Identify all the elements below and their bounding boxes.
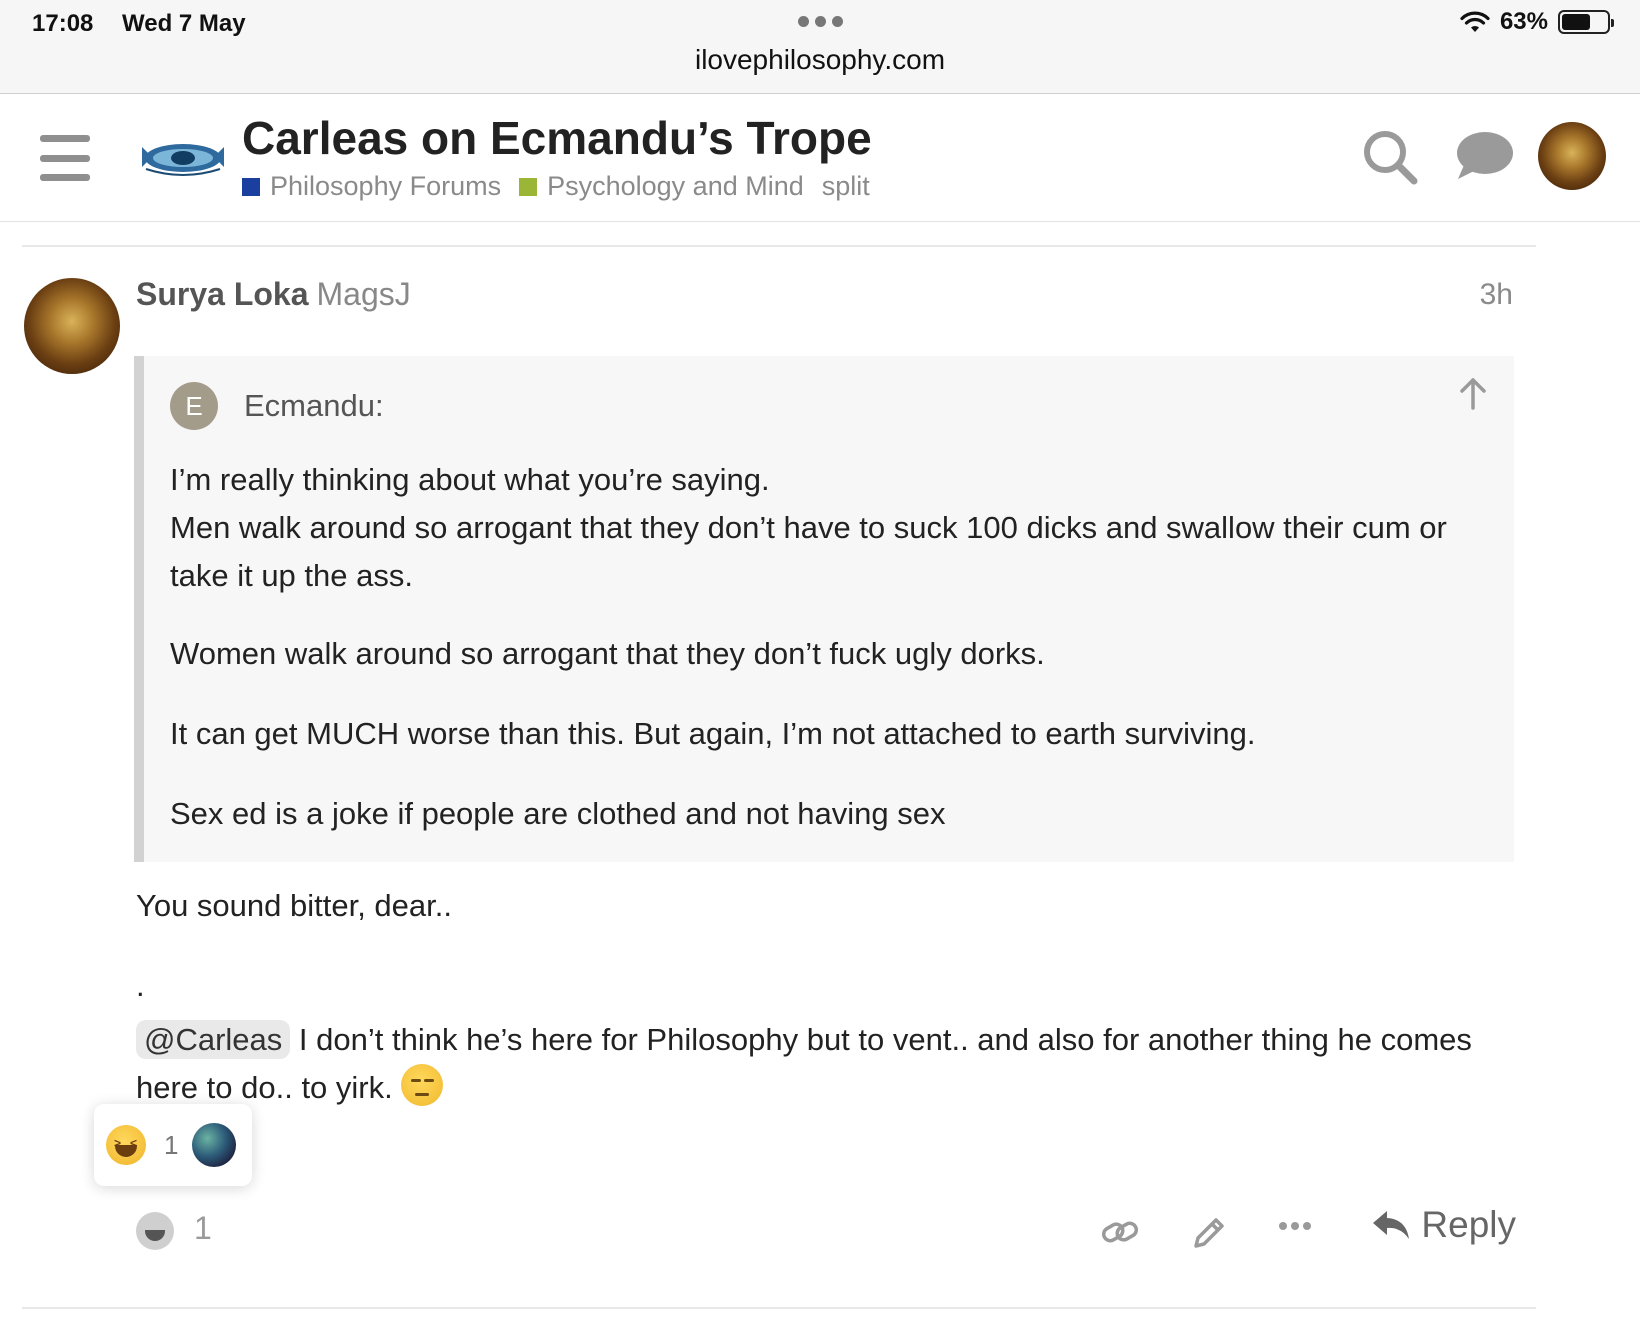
status-time: 17:08 <box>32 10 94 37</box>
more-icon[interactable] <box>1278 1220 1312 1232</box>
battery-icon <box>1558 10 1614 34</box>
reply-dot: . <box>136 968 145 1003</box>
status-bar: 17:08 Wed 7 May ilovephilosophy.com 63% <box>0 0 1640 94</box>
category-philosophy-forums[interactable]: Philosophy Forums <box>242 171 501 202</box>
quote-author-avatar: E <box>170 382 218 430</box>
quote-author[interactable]: Ecmandu: <box>244 388 384 424</box>
wifi-icon <box>1460 11 1490 32</box>
unamused-emoji-icon <box>401 1064 444 1106</box>
author-username[interactable]: MagsJ <box>317 276 411 312</box>
multitask-dots-icon[interactable] <box>798 16 843 27</box>
reply-arrow-icon <box>1373 1211 1410 1239</box>
quote-body: I’m really thinking about what you’re sa… <box>170 456 1500 838</box>
hamburger-icon[interactable] <box>40 135 90 181</box>
current-user-avatar[interactable] <box>1538 122 1606 190</box>
topic-categories: Philosophy Forums Psychology and Mind sp… <box>242 171 870 202</box>
post-author-avatar[interactable] <box>24 278 120 374</box>
post-author[interactable]: Surya Loka MagsJ <box>136 276 411 313</box>
quote-block: E Ecmandu: I’m really thinking about wha… <box>134 356 1514 862</box>
category-psychology-and-mind[interactable]: Psychology and Mind <box>519 171 804 202</box>
quote-line: Men walk around so arrogant that they do… <box>170 510 1447 593</box>
post-timestamp[interactable]: 3h <box>1480 278 1513 312</box>
reply-text: I don’t think he’s here for Philosophy b… <box>136 1022 1472 1105</box>
category-color-swatch <box>242 177 260 196</box>
status-date: Wed 7 May <box>122 10 246 37</box>
post-actions: 1 Reply <box>136 1204 1516 1260</box>
reply-button[interactable]: Reply <box>1371 1204 1516 1246</box>
reaction-count[interactable]: 1 <box>194 1210 212 1247</box>
laughing-emoji-icon: > < <box>106 1125 146 1165</box>
chat-icon[interactable] <box>1452 127 1516 187</box>
status-right: 63% <box>1460 8 1614 36</box>
address-bar[interactable]: ilovephilosophy.com <box>0 44 1640 76</box>
category-label: Philosophy Forums <box>270 171 502 201</box>
reply-paragraph: @Carleas I don’t think he’s here for Phi… <box>136 1016 1516 1112</box>
battery-percent: 63% <box>1499 8 1548 35</box>
category-color-swatch <box>519 177 538 196</box>
topic-title[interactable]: Carleas on Ecmandu’s Trope <box>242 111 872 165</box>
arrow-up-icon[interactable] <box>1458 376 1488 410</box>
reactor-avatar[interactable] <box>192 1123 237 1167</box>
quote-line: I’m really thinking about what you’re sa… <box>170 462 770 497</box>
site-logo[interactable] <box>138 135 228 181</box>
reaction-popup[interactable]: > < 1 <box>94 1104 252 1186</box>
quote-line: Women walk around so arrogant that they … <box>170 636 1045 671</box>
search-icon[interactable] <box>1360 127 1420 187</box>
author-name[interactable]: Surya Loka <box>136 276 309 312</box>
topic-tag[interactable]: split <box>822 171 870 202</box>
user-mention[interactable]: @Carleas <box>136 1020 291 1059</box>
pencil-icon[interactable] <box>1188 1214 1228 1254</box>
quote-line: Sex ed is a joke if people are clothed a… <box>170 796 946 831</box>
quote-line: It can get MUCH worse than this. But aga… <box>170 716 1256 751</box>
post-bottom-divider <box>22 1307 1536 1309</box>
forum-header: Carleas on Ecmandu’s Trope Philosophy Fo… <box>0 95 1640 222</box>
reaction-popup-count: 1 <box>164 1129 179 1160</box>
reaction-button[interactable] <box>136 1212 174 1250</box>
reply-label: Reply <box>1421 1204 1516 1245</box>
reply-line-1: You sound bitter, dear.. <box>136 888 452 923</box>
link-icon[interactable] <box>1100 1214 1140 1250</box>
post-divider <box>22 245 1536 247</box>
category-label: Psychology and Mind <box>547 171 804 201</box>
